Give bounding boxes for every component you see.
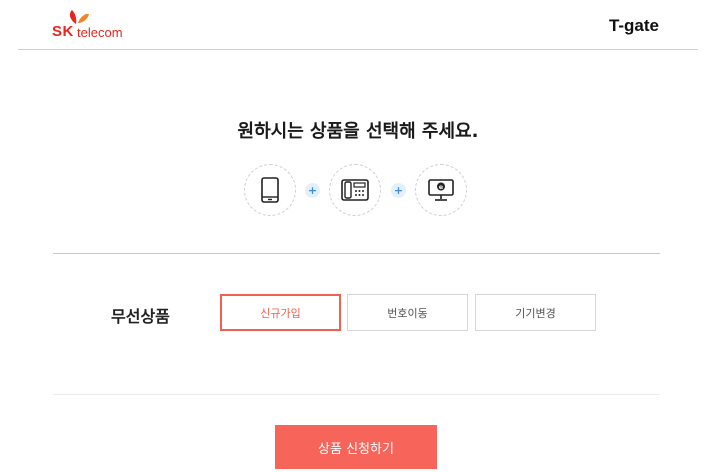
home-phone-product-option[interactable]	[329, 164, 381, 216]
page-headline: 원하시는 상품을 선택해 주세요.	[237, 121, 479, 142]
brand-title: T-gate	[608, 16, 659, 35]
section-label-wireless: 무선상품	[111, 307, 170, 326]
plus-icon: +	[305, 183, 320, 198]
apply-product-button[interactable]: 상품 신청하기	[275, 425, 437, 469]
home-phone-icon	[341, 179, 369, 201]
logo-telecom-text: telecom	[77, 25, 123, 40]
sk-telecom-logo[interactable]: SK telecom	[52, 8, 152, 42]
mobile-phone-icon	[261, 177, 279, 203]
svg-text:e: e	[439, 183, 444, 191]
option-new-subscription-button[interactable]: 신규가입	[220, 294, 341, 331]
section-divider	[53, 394, 660, 395]
internet-tv-icon: e	[428, 179, 454, 201]
option-device-change-button[interactable]: 기기변경	[475, 294, 596, 331]
plus-icon: +	[391, 183, 406, 198]
option-number-port-button[interactable]: 번호이동	[347, 294, 468, 331]
header: SK telecom T-gate	[18, 0, 698, 50]
internet-tv-product-option[interactable]: e	[415, 164, 467, 216]
logo-sk-text: SK	[52, 23, 74, 40]
mobile-product-option[interactable]	[244, 164, 296, 216]
section-divider	[53, 253, 660, 254]
